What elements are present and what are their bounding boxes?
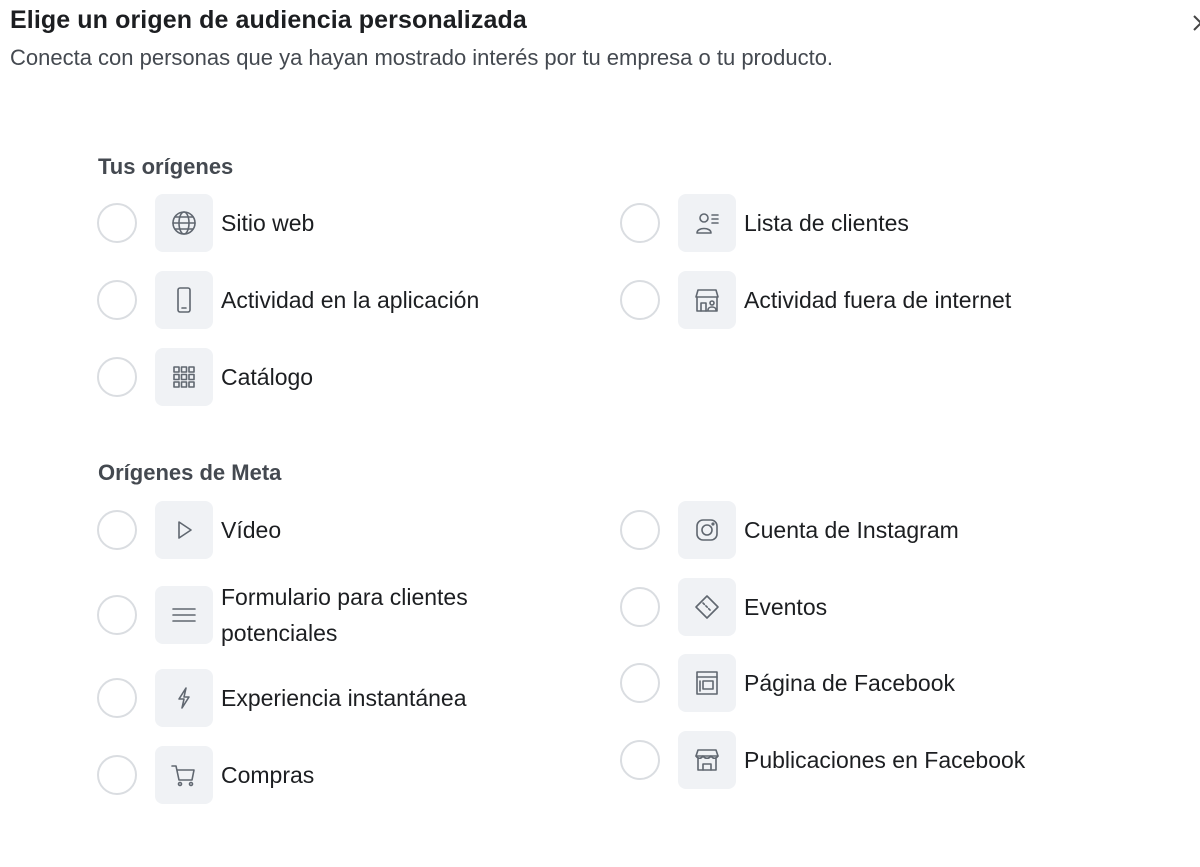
option-label: Sitio web (221, 210, 315, 236)
radio-facebook-page[interactable] (620, 663, 660, 703)
radio-customer-list[interactable] (620, 203, 660, 243)
option-label: Publicaciones en Facebook (744, 747, 1026, 773)
option-catalog[interactable]: Catálogo (97, 347, 313, 407)
instagram-icon (678, 501, 736, 559)
radio-video[interactable] (97, 510, 137, 550)
radio-instant-experience[interactable] (97, 678, 137, 718)
lightning-icon (155, 669, 213, 727)
ticket-icon (678, 578, 736, 636)
cart-icon (155, 746, 213, 804)
shop-icon (678, 731, 736, 789)
option-video[interactable]: Vídeo (97, 500, 281, 560)
option-label: Vídeo (221, 517, 282, 543)
option-label: Catálogo (221, 364, 314, 390)
option-events[interactable]: Eventos (620, 577, 827, 637)
play-icon (155, 501, 213, 559)
radio-lead-form[interactable] (97, 595, 137, 635)
store-person-icon (678, 271, 736, 329)
mobile-phone-icon (155, 271, 213, 329)
radio-website[interactable] (97, 203, 137, 243)
radio-facebook-posts[interactable] (620, 740, 660, 780)
radio-shopping[interactable] (97, 755, 137, 795)
section-heading-your-sources: Tus orígenes (98, 154, 234, 179)
option-label: Actividad en la aplicación (221, 287, 480, 313)
radio-events[interactable] (620, 587, 660, 627)
option-facebook-posts[interactable]: Publicaciones en Facebook (620, 730, 1025, 790)
option-facebook-page[interactable]: Página de Facebook (620, 653, 955, 713)
option-label: Cuenta de Instagram (744, 517, 959, 543)
radio-catalog[interactable] (97, 357, 137, 397)
option-label: Lista de clientes (744, 210, 909, 236)
option-lead-form[interactable]: Formulario para clientes potenciales (97, 584, 521, 646)
lines-icon (155, 586, 213, 644)
customer-list-icon (678, 194, 736, 252)
grid-icon (155, 348, 213, 406)
dialog-title: Elige un origen de audiencia personaliza… (10, 6, 527, 34)
radio-offline-activity[interactable] (620, 280, 660, 320)
radio-instagram-account[interactable] (620, 510, 660, 550)
option-label: Eventos (744, 594, 828, 620)
dialog-subtitle: Conecta con personas que ya hayan mostra… (10, 45, 834, 70)
section-heading-meta-sources: Orígenes de Meta (98, 460, 282, 485)
page-icon (678, 654, 736, 712)
option-website[interactable]: Sitio web (97, 193, 314, 253)
option-offline-activity[interactable]: Actividad fuera de internet (620, 270, 1011, 330)
option-shopping[interactable]: Compras (97, 745, 314, 805)
option-instagram-account[interactable]: Cuenta de Instagram (620, 500, 959, 560)
close-icon[interactable] (1190, 12, 1200, 34)
globe-icon (155, 194, 213, 252)
option-label: Página de Facebook (744, 670, 955, 696)
option-customer-list[interactable]: Lista de clientes (620, 193, 909, 253)
custom-audience-source-dialog: Elige un origen de audiencia personaliza… (0, 0, 1200, 867)
option-app-activity[interactable]: Actividad en la aplicación (97, 270, 479, 330)
radio-app-activity[interactable] (97, 280, 137, 320)
option-instant-experience[interactable]: Experiencia instantánea (97, 668, 467, 728)
option-label: Experiencia instantánea (221, 685, 467, 711)
option-label: Formulario para clientes potenciales (221, 584, 468, 646)
option-label: Actividad fuera de internet (744, 287, 1012, 313)
option-label: Compras (221, 762, 315, 788)
